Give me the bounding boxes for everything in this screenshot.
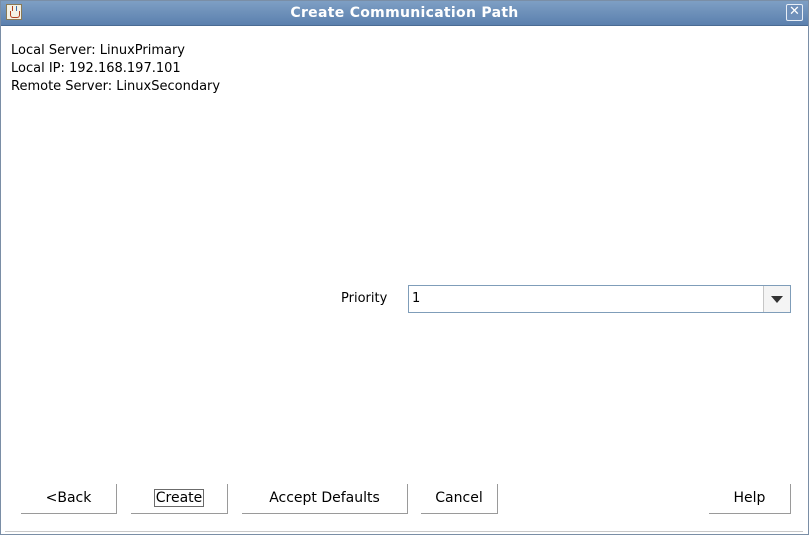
bottom-divider <box>5 531 803 532</box>
help-button-label: Help <box>733 490 766 506</box>
priority-label: Priority <box>341 291 388 306</box>
window-title: Create Communication Path <box>290 5 519 21</box>
priority-value: 1 <box>412 291 421 306</box>
back-button[interactable]: <Back <box>21 484 117 514</box>
help-button[interactable]: Help <box>709 484 791 514</box>
dialog-window: Create Communication Path ✕ Local Server… <box>0 0 809 535</box>
local-ip-text: Local IP: 192.168.197.101 <box>11 61 181 76</box>
close-button[interactable]: ✕ <box>786 4 803 21</box>
priority-combobox[interactable]: 1 <box>408 285 791 313</box>
cancel-button-label: Cancel <box>435 490 483 506</box>
create-button-label: Create <box>153 489 205 507</box>
title-bar: Create Communication Path ✕ <box>1 1 808 26</box>
local-server-text: Local Server: LinuxPrimary <box>11 43 186 58</box>
create-button[interactable]: Create <box>131 484 228 514</box>
back-button-label: <Back <box>45 490 92 506</box>
accept-defaults-button-label: Accept Defaults <box>269 490 380 506</box>
remote-server-text: Remote Server: LinuxSecondary <box>11 79 221 94</box>
cancel-button[interactable]: Cancel <box>421 484 498 514</box>
accept-defaults-button[interactable]: Accept Defaults <box>242 484 408 514</box>
chevron-down-icon[interactable] <box>763 286 790 312</box>
server-info: Local Server: LinuxPrimary Local IP: 192… <box>11 42 220 96</box>
